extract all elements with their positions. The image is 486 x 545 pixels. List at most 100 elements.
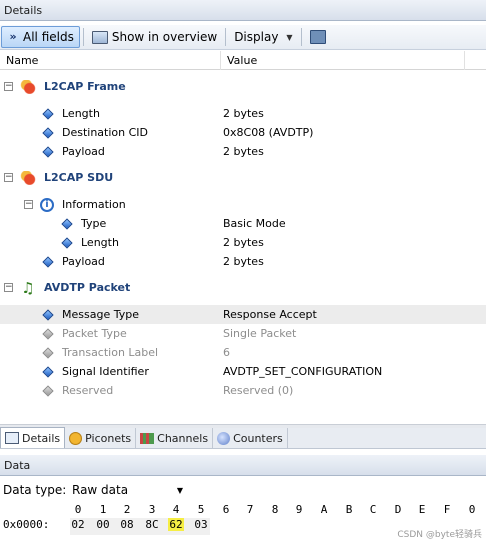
tree-row[interactable]: Payload 2 bytes xyxy=(0,142,486,161)
toolbar-separator xyxy=(225,28,227,46)
field-value: Response Accept xyxy=(223,308,317,321)
field-icon xyxy=(61,236,73,249)
hex-column-label: D xyxy=(394,503,402,516)
hex-address: 0x0000: xyxy=(3,518,50,531)
hex-column-label: A xyxy=(320,503,328,516)
double-chevron-icon: » xyxy=(9,30,17,43)
collapse-toggle[interactable]: − xyxy=(24,200,33,209)
show-in-overview-label: Show in overview xyxy=(111,30,218,44)
l2cap-icon xyxy=(20,170,36,185)
hex-column-label: C xyxy=(369,503,377,516)
field-value: Reserved (0) xyxy=(223,384,294,397)
field-name: Transaction Label xyxy=(62,346,159,359)
hex-byte[interactable]: 62 xyxy=(168,518,184,531)
tab-counters[interactable]: Counters xyxy=(213,428,288,448)
hex-column-label: E xyxy=(418,503,426,516)
tab-details[interactable]: Details xyxy=(0,427,66,448)
details-icon xyxy=(5,432,19,444)
tree-row[interactable]: Type Basic Mode xyxy=(0,214,486,233)
hex-column-label: 0 xyxy=(468,503,476,516)
music-note-icon: ♫ xyxy=(21,278,35,297)
field-name: Payload xyxy=(62,255,105,268)
l2cap-icon xyxy=(20,79,36,94)
field-name: Payload xyxy=(62,145,105,158)
save-button[interactable] xyxy=(305,26,331,48)
show-in-overview-button[interactable]: Show in overview xyxy=(87,26,222,48)
details-panel-header: Details xyxy=(0,0,486,21)
all-fields-label: All fields xyxy=(23,30,74,44)
tab-channels[interactable]: Channels xyxy=(136,428,214,448)
monitor-icon xyxy=(91,30,108,44)
field-icon xyxy=(42,145,54,158)
field-icon xyxy=(61,217,73,230)
collapse-toggle[interactable]: − xyxy=(4,82,13,91)
hex-bytes-background xyxy=(70,518,210,535)
counters-icon xyxy=(217,431,231,445)
tree-row[interactable]: Packet Type Single Packet xyxy=(0,324,486,343)
subgroup-label: Information xyxy=(62,198,126,211)
field-value: 2 bytes xyxy=(223,107,264,120)
field-value: 2 bytes xyxy=(223,145,264,158)
hex-byte[interactable]: 03 xyxy=(193,518,209,531)
group-label: L2CAP SDU xyxy=(44,171,114,184)
hex-column-label: 7 xyxy=(246,503,254,516)
field-icon xyxy=(42,384,54,397)
hex-byte[interactable]: 8C xyxy=(144,518,160,531)
field-name: Length xyxy=(81,236,119,249)
hex-column-label: B xyxy=(345,503,353,516)
tree-row[interactable]: Length 2 bytes xyxy=(0,233,486,252)
collapse-toggle[interactable]: − xyxy=(4,173,13,182)
tree-group-avdtp-packet[interactable]: − ♫ AVDTP Packet xyxy=(0,278,486,297)
tree-subgroup-information[interactable]: − i Information xyxy=(0,195,486,214)
tree-row[interactable]: Signal Identifier AVDTP_SET_CONFIGURATIO… xyxy=(0,362,486,381)
tree-row[interactable]: Destination CID 0x8C08 (AVDTP) xyxy=(0,123,486,142)
field-icon xyxy=(42,107,54,120)
piconets-icon xyxy=(69,431,83,445)
field-value: Basic Mode xyxy=(223,217,286,230)
column-header-name[interactable]: Name xyxy=(0,51,221,70)
hex-column-label: 6 xyxy=(222,503,230,516)
bottom-tabs: Details Piconets Channels Counters xyxy=(0,427,486,449)
tree-group-l2cap-frame[interactable]: − L2CAP Frame xyxy=(0,77,486,96)
details-panel-title: Details xyxy=(4,4,43,17)
tree-row[interactable]: Reserved Reserved (0) xyxy=(0,381,486,400)
watermark: CSDN @byte轻骑兵 xyxy=(397,530,482,540)
hex-column-label: 8 xyxy=(271,503,279,516)
column-header-value[interactable]: Value xyxy=(221,51,465,70)
tab-piconets[interactable]: Piconets xyxy=(65,428,137,448)
data-type-row: Data type: Raw data ▼ xyxy=(0,479,486,501)
toolbar-separator xyxy=(82,28,84,46)
group-label: L2CAP Frame xyxy=(44,80,126,93)
hex-byte[interactable]: 08 xyxy=(119,518,135,531)
field-icon xyxy=(42,327,54,340)
tab-label: Details xyxy=(22,431,61,445)
all-fields-button[interactable]: » All fields xyxy=(1,26,80,48)
tree-row-selected[interactable]: Message Type Response Accept xyxy=(0,305,486,324)
collapse-toggle[interactable]: − xyxy=(4,283,13,292)
data-type-select[interactable]: Raw data ▼ xyxy=(67,480,188,500)
field-icon xyxy=(42,308,54,321)
tree-row[interactable]: Transaction Label 6 xyxy=(0,343,486,362)
chevron-down-icon: ▼ xyxy=(286,32,293,42)
hex-column-label: F xyxy=(443,503,451,516)
data-panel-header: Data xyxy=(0,455,486,476)
display-dropdown[interactable]: Display ▼ xyxy=(229,26,297,48)
hex-byte[interactable]: 00 xyxy=(95,518,111,531)
hex-column-label: 5 xyxy=(197,503,205,516)
hex-column-header: 0 1 2 3 4 5 6 7 8 9 A B C D E F 0 xyxy=(0,503,486,518)
tree-row[interactable]: Length 2 bytes xyxy=(0,104,486,123)
field-icon xyxy=(42,365,54,378)
tree-group-l2cap-sdu[interactable]: − L2CAP SDU xyxy=(0,168,486,187)
hex-byte[interactable]: 02 xyxy=(70,518,86,531)
chevron-down-icon: ▼ xyxy=(176,485,183,495)
tree-row[interactable]: Payload 2 bytes xyxy=(0,252,486,271)
field-name: Packet Type xyxy=(62,327,127,340)
field-name: Message Type xyxy=(62,308,139,321)
details-toolbar: » All fields Show in overview Display ▼ xyxy=(0,25,486,50)
field-name: Type xyxy=(81,217,107,230)
field-value: Single Packet xyxy=(223,327,297,340)
field-value: AVDTP_SET_CONFIGURATION xyxy=(223,365,383,378)
column-headers: Name Value xyxy=(0,51,486,70)
field-name: Reserved xyxy=(62,384,114,397)
hex-column-label: 0 xyxy=(74,503,82,516)
